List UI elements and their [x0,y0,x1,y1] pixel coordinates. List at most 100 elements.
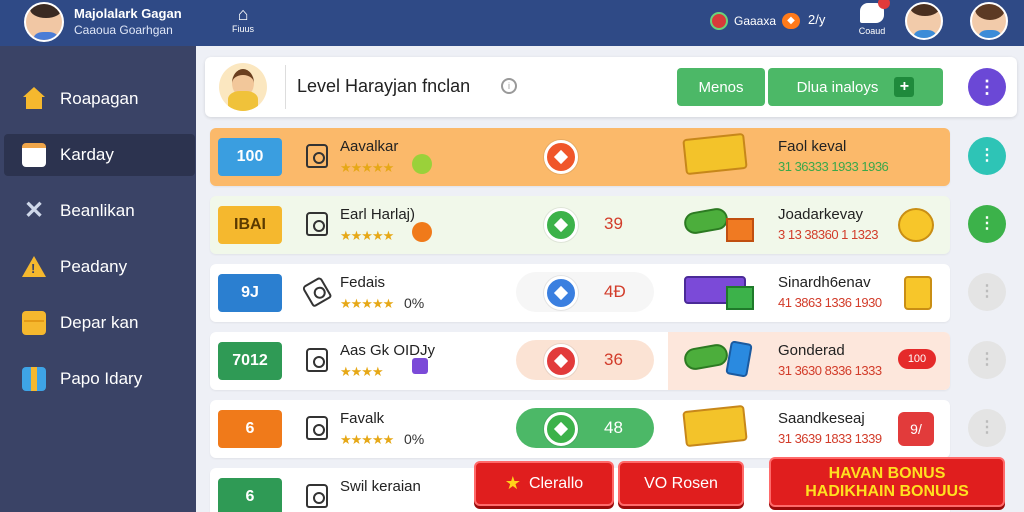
prize-name: Faol keval [778,138,847,155]
prize-name: Joadarkevay [778,206,864,223]
score-pill [516,408,654,448]
level-badge: 9J [218,274,282,312]
app-title: Majolalark Gagan [74,6,182,21]
bag-icon [306,416,328,440]
menus-button-label: Menos [698,78,744,96]
sidebar-item-label: Karday [60,145,114,164]
rating-stars: ★★★★★ [340,160,394,175]
lock-icon [306,484,328,508]
rating-stars: ★★★★★ [340,296,394,311]
sidebar-item-label: Depar kan [60,313,139,332]
folder-icon [22,311,46,335]
level-header: Level Harayjan fnclan i Menos Dlua inalo… [205,57,1017,117]
fruit-icon [412,154,432,174]
sidebar-item-close[interactable]: ✕ Beanlikan [4,190,195,232]
count-badge: 100 [898,349,936,369]
prize-odds: 31 36333 1933 1936 [778,159,889,174]
sidebar-item-gift[interactable]: Papo Idary [4,358,195,400]
row-action-button[interactable]: ⋮ [968,273,1006,311]
prize-icon [684,272,756,312]
status-group[interactable]: Gaaaxa ◆ [710,9,801,33]
sidebar-item-warning[interactable]: Peadany [4,246,195,288]
lock-icon [306,144,328,168]
collect-button[interactable]: ★ Clerallo [474,461,614,506]
row-name: Earl Harlaj) [340,206,416,223]
sidebar-item-calendar[interactable]: Karday [4,134,195,176]
ticket-icon [682,132,756,176]
tag-icon [306,348,328,372]
prize-icon [682,340,756,380]
rating-stars: ★★★★★ [340,228,394,243]
info-icon[interactable]: i [501,78,517,94]
list-item[interactable]: IBAI Earl Harlaj) ★★★★★ 39 Joadarkevay 3… [210,196,950,254]
notification-label: Coaud [858,26,886,36]
play-icon[interactable] [544,276,578,310]
level-badge: 6 [218,410,282,448]
prize-icon [682,204,756,244]
more-options-button[interactable]: ⋮ [968,68,1006,106]
row-action-button[interactable]: ⋮ [968,409,1006,447]
status-text: Gaaaxa [734,14,777,28]
level-badge: 6 [218,478,282,512]
tool-icon [301,276,333,308]
sidebar-item-label: Papo Idary [60,369,143,388]
row-name: Aas Gk OIDJy [340,342,436,359]
bonus-button[interactable]: HAVAN BONUS HADIKHAIN BONUUS [769,457,1005,507]
gem-icon [412,358,428,374]
level-badge: IBAI [218,206,282,244]
add-button[interactable]: Dlua inaloys + [768,68,943,106]
user-avatar-1[interactable] [905,2,943,40]
fruit-icon [412,222,432,242]
rosen-button-label: VO Rosen [644,474,718,492]
prize-odds: 41 3863 1336 1930 [778,295,882,310]
row-action-button[interactable]: ⋮ [968,341,1006,379]
calendar-icon [22,143,46,167]
user-avatar-2[interactable] [970,2,1008,40]
lock-icon [306,212,328,236]
list-item[interactable]: 9J Fedais ★★★★★ 0% 4Đ Sinardh6enav 41 38… [210,264,950,322]
row-score: 48 [604,418,623,437]
row-action-button[interactable]: ⋮ [968,137,1006,175]
play-icon[interactable] [544,140,578,174]
home-button[interactable]: ⌂ Fiuus [226,4,260,40]
list-item[interactable]: 100 Aavalkar ★★★★★ Faol keval 31 36333 1… [210,128,950,186]
ticket-icon [682,404,756,448]
play-icon[interactable] [544,412,578,446]
rosen-button[interactable]: VO Rosen [618,461,744,506]
rating-stars: ★★★★ [340,364,384,379]
sidebar: Roapagan Karday ✕ Beanlikan Peadany Depa… [0,46,196,512]
row-score: 36 [604,350,623,369]
list-item[interactable]: 7012 Aas Gk OIDJy ★★★★ 36 Gonderad 31 36… [210,332,950,390]
add-button-label: Dlua inaloys [796,78,879,96]
prize-odds: 3 13 38360 1 1323 [778,227,878,242]
row-action-button[interactable]: ⋮ [968,205,1006,243]
prize-name: Saandkeseaj [778,410,865,427]
collect-button-label: Clerallo [528,474,584,492]
row-percent: 0% [404,431,425,447]
list-item[interactable]: 6 Favalk ★★★★★ 0% 48 Saandkeseaj 31 3639… [210,400,950,458]
chat-icon [860,0,890,23]
level-badge: 100 [218,138,282,176]
row-score: 39 [604,214,623,233]
coin-icon [710,12,728,30]
menus-button[interactable]: Menos [677,68,765,106]
prize-name: Sinardh6enav [778,274,871,291]
prize-name: Gonderad [778,342,845,359]
sidebar-item-label: Beanlikan [60,201,135,220]
row-score: 4Đ [604,282,626,301]
sidebar-item-label: Peadany [60,257,128,276]
sidebar-item-folder[interactable]: Depar kan [4,302,195,344]
divider [285,65,286,109]
notification-button[interactable]: Coaud [855,0,890,41]
level-avatar [219,63,267,111]
profile-avatar[interactable] [24,2,64,42]
level-badge: 7012 [218,342,282,380]
play-icon[interactable] [544,208,578,242]
app-subtitle: Caaoua Goarhgan [74,23,173,37]
sidebar-item-home[interactable]: Roapagan [4,78,195,120]
plus-icon: + [894,77,915,97]
bonus-line-1: HAVAN BONUS [828,465,946,482]
coupon-icon [904,276,932,310]
side-badge: 9/ [898,412,934,446]
play-icon[interactable] [544,344,578,378]
